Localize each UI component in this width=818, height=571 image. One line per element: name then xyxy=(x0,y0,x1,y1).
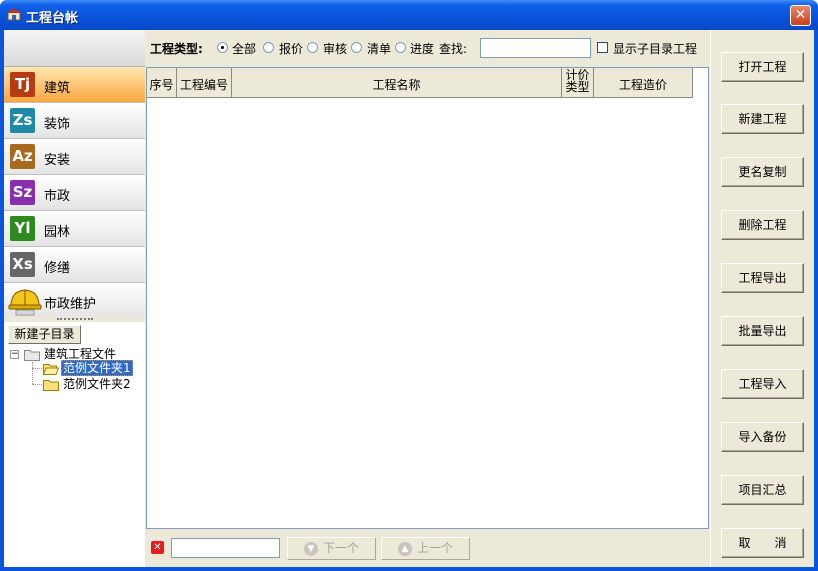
close-icon: ✕ xyxy=(794,7,807,23)
client-area: Tj 建筑 Zs 装饰 Az 安装 Sz 市政 Yl 园林 Xs 修缮 市政维护… xyxy=(4,30,814,567)
category-xiushan[interactable]: Xs 修缮 xyxy=(4,247,145,283)
radio-audit-label: 审核 xyxy=(323,42,348,56)
sz-icon: Sz xyxy=(10,180,35,205)
radio-audit[interactable] xyxy=(307,42,318,53)
close-button[interactable]: ✕ xyxy=(790,5,811,26)
col-header-index[interactable]: 序号 xyxy=(147,68,177,98)
open-project-button[interactable]: 打开工程 xyxy=(721,52,804,82)
title-bar[interactable]: 工程台帐 ✕ xyxy=(0,0,818,30)
col-header-line: 类型 xyxy=(565,80,590,94)
category-zhuangshi[interactable]: Zs 装饰 xyxy=(4,103,145,139)
radio-quote-label: 报价 xyxy=(279,42,304,56)
search-input[interactable] xyxy=(480,38,591,58)
new-project-button[interactable]: 新建工程 xyxy=(721,104,804,134)
project-summary-button[interactable]: 项目汇总 xyxy=(721,475,804,505)
left-panel: Tj 建筑 Zs 装饰 Az 安装 Sz 市政 Yl 园林 Xs 修缮 市政维护… xyxy=(4,30,145,567)
category-label: 安装 xyxy=(44,153,71,168)
col-header-cost[interactable]: 工程造价 xyxy=(594,68,693,98)
zs-icon: Zs xyxy=(10,108,35,133)
open-folder-icon xyxy=(43,364,59,375)
radio-progress[interactable] xyxy=(395,42,406,53)
category-jianzhu[interactable]: Tj 建筑 xyxy=(4,67,145,103)
radio-bill[interactable] xyxy=(351,42,362,53)
category-yuanlin[interactable]: Yl 园林 xyxy=(4,211,145,247)
radio-quote[interactable] xyxy=(263,42,274,53)
project-table[interactable]: 序号 工程编号 工程名称 计价 类型 工程造价 xyxy=(146,67,709,529)
show-subfolder-checkbox[interactable] xyxy=(597,42,608,53)
search-nav-bar: ✕ ▼ 下一个 ▲ 上一个 xyxy=(146,533,709,563)
delete-project-button[interactable]: 删除工程 xyxy=(721,210,804,240)
category-label: 建筑 xyxy=(44,81,71,96)
prev-button-label: 上一个 xyxy=(417,541,454,555)
category-label: 市政维护 xyxy=(44,297,97,312)
tree-node-folder-1[interactable]: 范例文件夹1 xyxy=(61,360,133,376)
tree-connector xyxy=(32,362,33,384)
category-anzhuang[interactable]: Az 安装 xyxy=(4,139,145,175)
export-project-button[interactable]: 工程导出 xyxy=(721,263,804,293)
next-button[interactable]: ▼ 下一个 xyxy=(287,537,376,560)
col-header-label: 计价 类型 xyxy=(562,69,593,93)
radio-bill-label: 清单 xyxy=(367,42,392,56)
arrow-up-icon: ▲ xyxy=(398,542,412,556)
tj-icon: Tj xyxy=(10,72,35,97)
radio-progress-label: 进度 xyxy=(410,42,435,56)
hardhat-icon xyxy=(8,289,42,316)
category-shizheng-weihu[interactable]: 市政维护 xyxy=(4,283,145,319)
collapse-icon[interactable]: − xyxy=(10,350,19,359)
yl-icon: Yl xyxy=(10,216,35,241)
tree-connector xyxy=(32,368,42,369)
rename-copy-button[interactable]: 更名复制 xyxy=(721,157,804,187)
left-panel-header xyxy=(4,30,145,67)
folder-icon xyxy=(43,380,59,391)
col-header-label: 工程名称 xyxy=(372,78,421,92)
clear-icon[interactable]: ✕ xyxy=(151,541,164,554)
col-header-pricing-type[interactable]: 计价 类型 xyxy=(562,68,594,98)
radio-all[interactable] xyxy=(217,42,228,53)
main-window: 工程台帐 ✕ Tj 建筑 Zs 装饰 Az 安装 Sz 市政 Yl 园林 Xs … xyxy=(0,0,818,571)
col-header-name[interactable]: 工程名称 xyxy=(232,68,562,98)
category-label: 修缮 xyxy=(44,261,71,276)
arrow-down-icon: ▼ xyxy=(304,542,318,556)
tree-node-label: 范例文件夹1 xyxy=(61,360,133,376)
folder-tree: 新建子目录 − 建筑工程文件 范例文件夹1 范例文件夹2 xyxy=(4,322,145,567)
action-panel: 打开工程 新建工程 更名复制 删除工程 工程导出 批量导出 工程导入 导入备份 … xyxy=(710,30,814,567)
col-header-label: 工程编号 xyxy=(179,78,228,92)
tree-node-folder-2[interactable]: 范例文件夹2 xyxy=(63,377,131,392)
radio-all-label: 全部 xyxy=(232,42,257,56)
project-type-label: 工程类型: xyxy=(150,42,203,56)
cancel-button[interactable]: 取 消 xyxy=(721,528,804,558)
col-header-label: 序号 xyxy=(149,78,174,92)
batch-export-button[interactable]: 批量导出 xyxy=(721,316,804,346)
new-subfolder-button[interactable]: 新建子目录 xyxy=(8,325,81,344)
category-label: 装饰 xyxy=(44,117,71,132)
category-label: 市政 xyxy=(44,189,71,204)
search-label: 查找: xyxy=(439,42,468,56)
app-icon xyxy=(7,8,21,21)
folder-icon xyxy=(24,350,40,361)
import-backup-button[interactable]: 导入备份 xyxy=(721,422,804,452)
prev-button[interactable]: ▲ 上一个 xyxy=(381,537,470,560)
xs-icon: Xs xyxy=(10,252,35,277)
import-project-button[interactable]: 工程导入 xyxy=(721,369,804,399)
category-shizheng[interactable]: Sz 市政 xyxy=(4,175,145,211)
project-list-panel: 工程类型: 全部 报价 审核 清单 进度 查找: 显示子目录工程 序号 工程编号 xyxy=(146,30,709,567)
category-label: 园林 xyxy=(44,225,71,240)
filter-bar: 工程类型: 全部 报价 审核 清单 进度 查找: 显示子目录工程 xyxy=(146,35,709,60)
col-header-code[interactable]: 工程编号 xyxy=(177,68,232,98)
splitter-grip xyxy=(57,318,93,320)
az-icon: Az xyxy=(10,144,35,169)
show-subfolder-label: 显示子目录工程 xyxy=(613,42,698,56)
locate-input[interactable] xyxy=(171,538,280,558)
next-button-label: 下一个 xyxy=(323,541,360,555)
tree-connector xyxy=(32,384,42,385)
col-header-label: 工程造价 xyxy=(618,78,667,92)
window-title: 工程台帐 xyxy=(26,11,79,26)
